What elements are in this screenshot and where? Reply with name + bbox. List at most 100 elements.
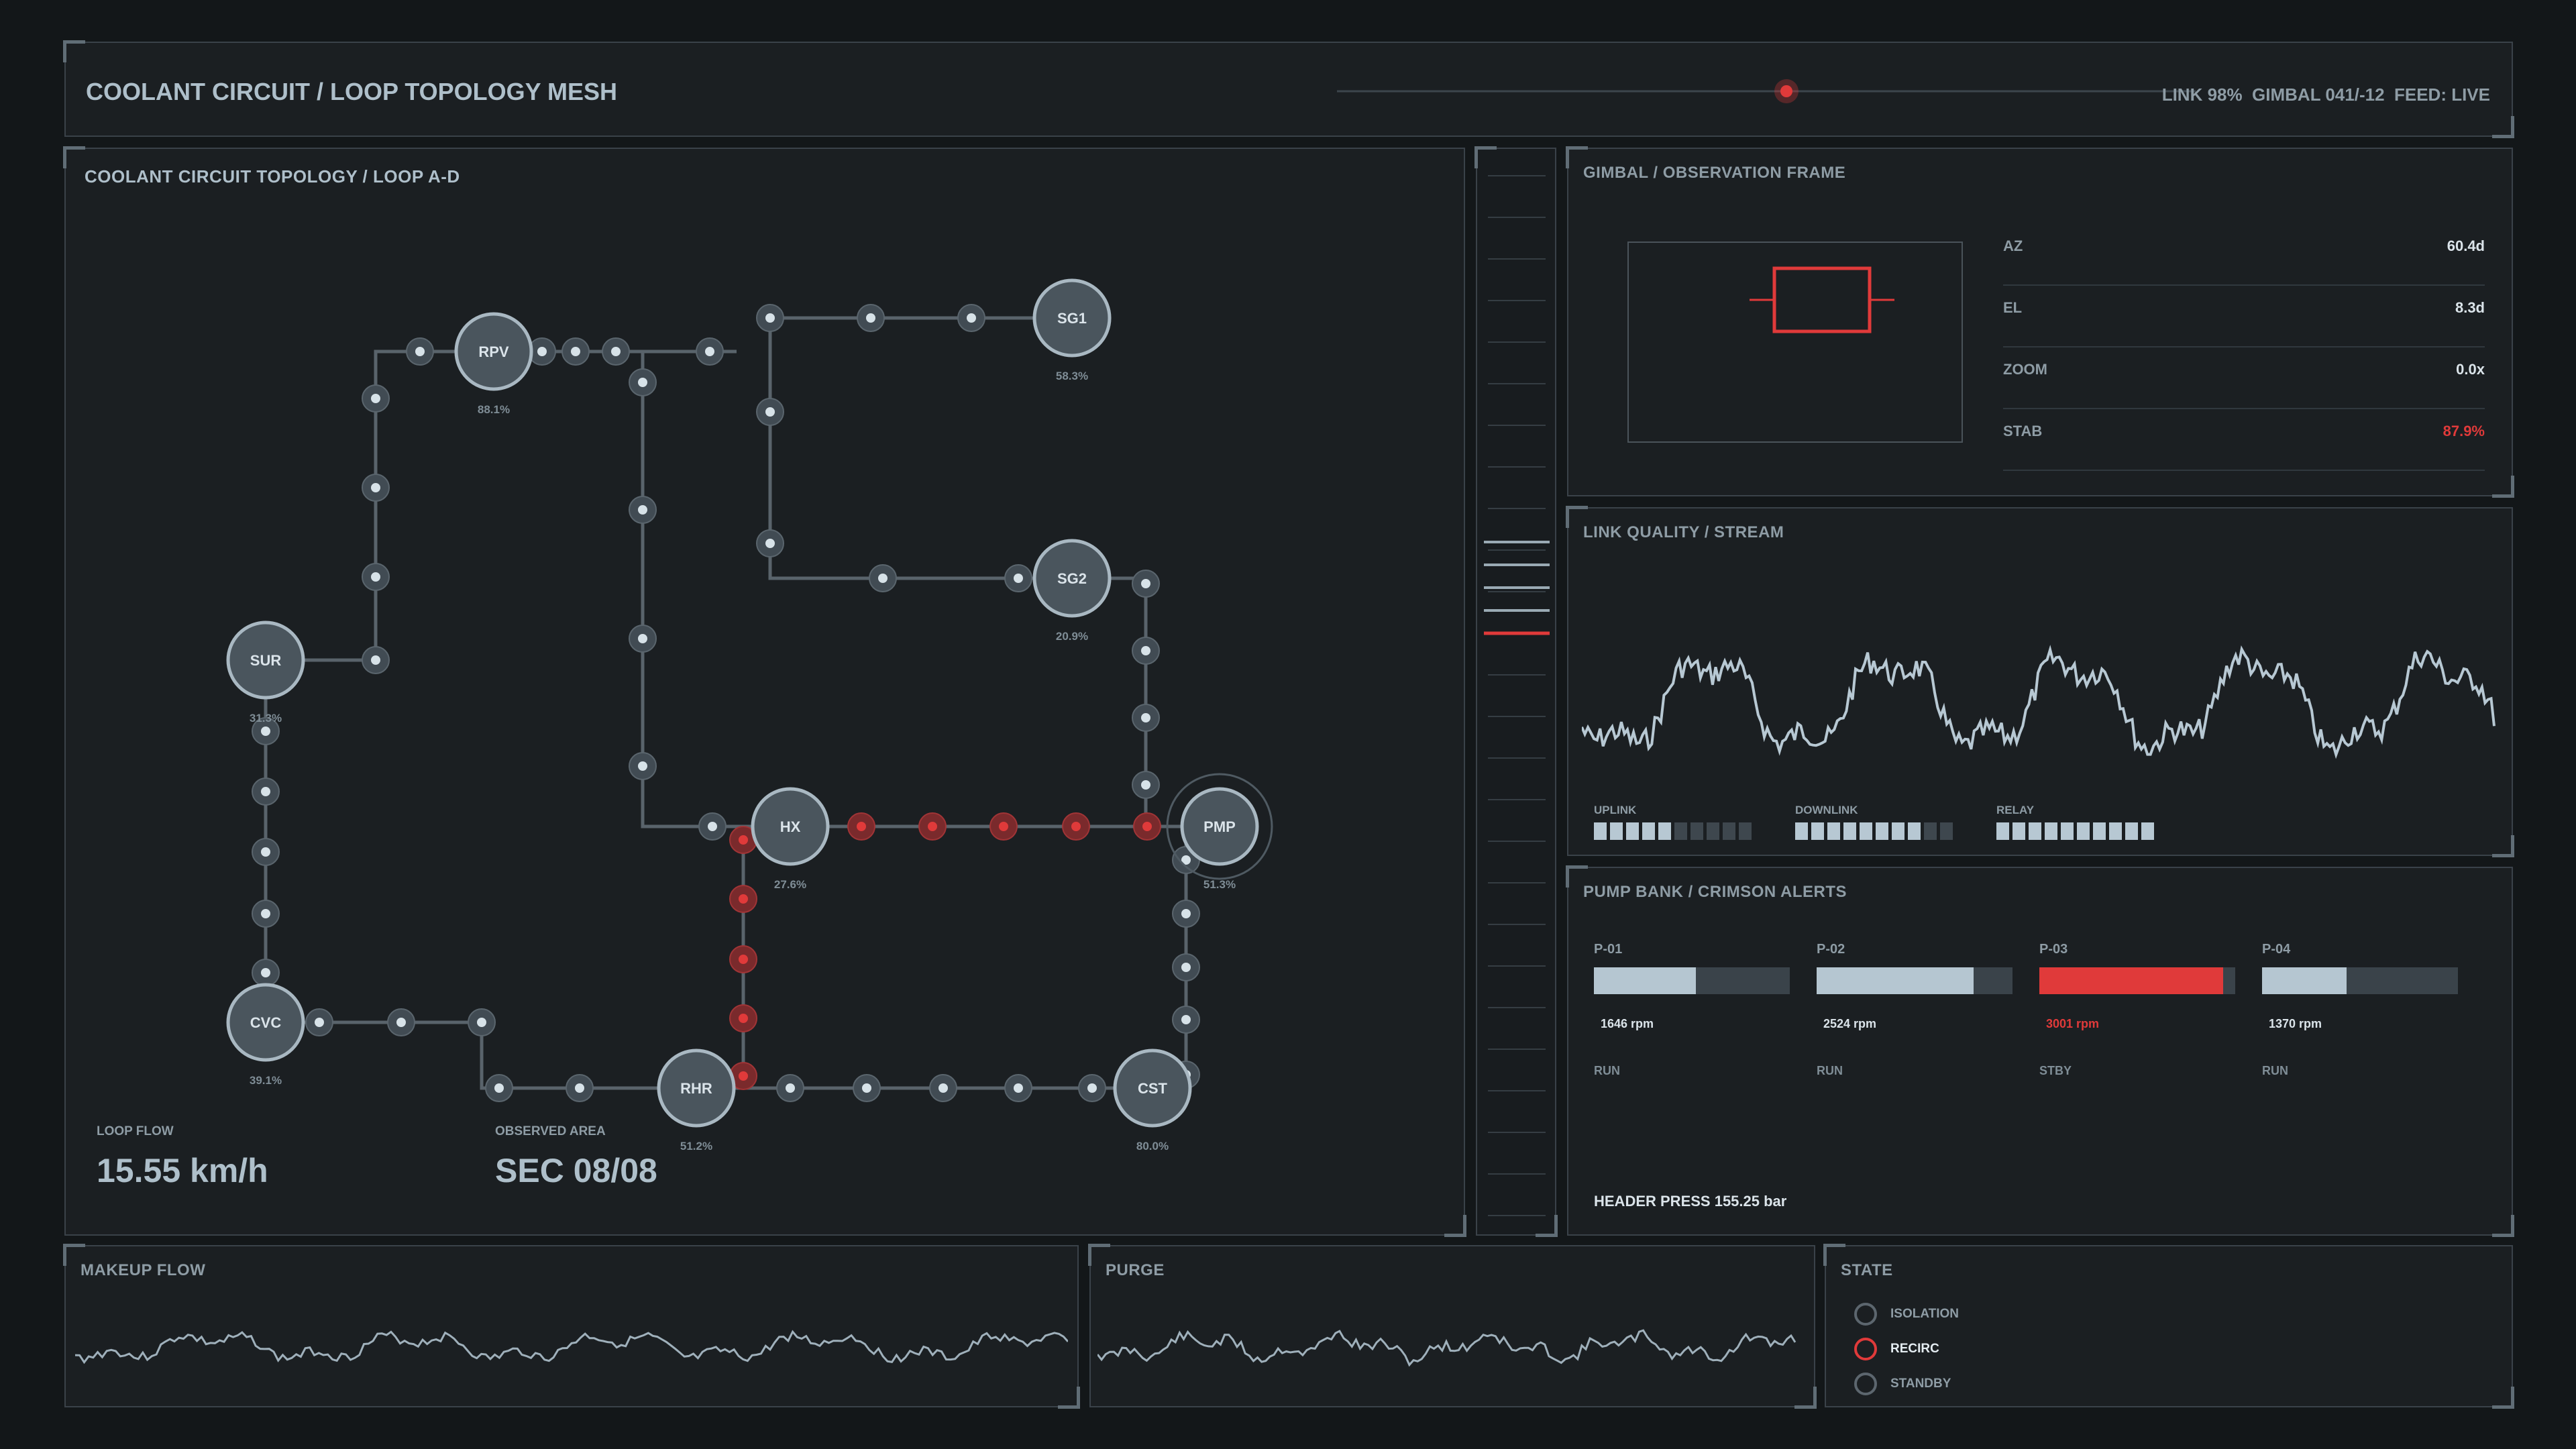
junction-node[interactable] [1172, 953, 1200, 981]
pump-item-p-04[interactable]: P-04 1370 rpm RUN [2262, 942, 2458, 1089]
junction-node[interactable] [1132, 771, 1160, 799]
junction-node[interactable] [362, 646, 390, 674]
component-node-hx[interactable]: HX 27.6% [751, 787, 830, 891]
loop-flow-label: LOOP FLOW [97, 1124, 174, 1138]
link-meter-segment [2109, 822, 2122, 840]
readout-row: EL 8.3d [2003, 286, 2485, 347]
alert-junction-node[interactable] [729, 945, 757, 973]
alert-junction-node[interactable] [1133, 812, 1161, 841]
radio-icon[interactable] [1854, 1338, 1877, 1360]
timeline-scrubber[interactable] [1337, 78, 2196, 105]
alert-junction-node[interactable] [729, 1004, 757, 1032]
junction-node[interactable] [857, 304, 885, 332]
node-percent: 39.1% [250, 1074, 282, 1087]
pump-rpm: 2524 rpm [1823, 1017, 1877, 1030]
header-status: LINK 98% GIMBAL 041/-12 FEED: LIVE [2161, 85, 2490, 105]
junction-node[interactable] [485, 1074, 513, 1102]
node-percent: 58.3% [1056, 370, 1088, 382]
junction-node[interactable] [629, 368, 657, 396]
junction-node[interactable] [756, 398, 784, 426]
link-meter-segment [1707, 822, 1719, 840]
junction-node[interactable] [602, 337, 630, 366]
junction-node[interactable] [1004, 564, 1032, 592]
junction-node[interactable] [252, 838, 280, 866]
state-option-isolation[interactable]: ISOLATION [1854, 1303, 1959, 1326]
junction-node[interactable] [629, 496, 657, 524]
alert-junction-node[interactable] [1062, 812, 1090, 841]
link-meter-downlink: DOWNLINK [1795, 804, 1953, 840]
junction-node[interactable] [696, 337, 724, 366]
pump-item-p-01[interactable]: P-01 1646 rpm RUN [1594, 942, 1790, 1089]
alert-junction-node[interactable] [847, 812, 875, 841]
junction-node[interactable] [1132, 704, 1160, 732]
junction-node[interactable] [1172, 1006, 1200, 1034]
junction-node[interactable] [756, 304, 784, 332]
makeup-flow-panel: MAKEUP FLOW [63, 1244, 1080, 1409]
junction-node[interactable] [869, 564, 897, 592]
junction-node[interactable] [252, 959, 280, 987]
pipe-segment [768, 318, 1072, 580]
readout-label: AZ [2003, 237, 2023, 254]
radio-icon[interactable] [1854, 1303, 1877, 1326]
observation-frame[interactable] [1627, 241, 1963, 443]
node-percent: 51.2% [680, 1140, 712, 1152]
pump-bank-panel: PUMP BANK / CRIMSON ALERTS P-01 1646 rpm R… [1566, 865, 2514, 1237]
junction-node[interactable] [362, 384, 390, 413]
link-meter-segment [1610, 822, 1623, 840]
junction-node[interactable] [1004, 1074, 1032, 1102]
junction-node[interactable] [957, 304, 985, 332]
component-node-cst[interactable]: CST 80.0% [1113, 1049, 1192, 1152]
junction-node[interactable] [929, 1074, 957, 1102]
vertical-ruler[interactable] [1474, 146, 1558, 1237]
link-meter-segment [1860, 822, 1872, 840]
link-meter-label: RELAY [1996, 804, 2035, 816]
junction-node[interactable] [362, 563, 390, 591]
junction-node[interactable] [252, 900, 280, 928]
junction-node[interactable] [853, 1074, 881, 1102]
alert-junction-node[interactable] [918, 812, 947, 841]
junction-node[interactable] [698, 812, 727, 841]
junction-node[interactable] [468, 1008, 496, 1036]
component-node-sg2[interactable]: SG2 20.9% [1032, 539, 1112, 643]
readout-row: ZOOM 0.0x [2003, 347, 2485, 409]
junction-node[interactable] [566, 1074, 594, 1102]
link-meter-segment [1690, 822, 1703, 840]
junction-node[interactable] [406, 337, 434, 366]
link-meter-segment [1674, 822, 1687, 840]
state-option-recirc[interactable]: RECIRC [1854, 1338, 1939, 1360]
node-label: SG1 [1057, 310, 1087, 327]
loop-flow-value: 15.55 km/h [97, 1152, 268, 1189]
link-meter-segment [2061, 822, 2074, 840]
junction-node[interactable] [561, 337, 590, 366]
junction-node[interactable] [629, 752, 657, 780]
junction-node[interactable] [305, 1008, 333, 1036]
junction-node[interactable] [1132, 570, 1160, 598]
pump-load-bar [2039, 967, 2235, 994]
readout-label: STAB [2003, 423, 2043, 439]
link-meter-segment [1658, 822, 1671, 840]
component-node-rpv[interactable]: RPV 88.1% [454, 312, 533, 416]
junction-node[interactable] [252, 777, 280, 806]
alert-junction-node[interactable] [729, 885, 757, 913]
component-node-sg1[interactable]: SG1 58.3% [1032, 278, 1112, 382]
junction-node[interactable] [776, 1074, 804, 1102]
junction-node[interactable] [1172, 900, 1200, 928]
pump-item-p-02[interactable]: P-02 2524 rpm RUN [1817, 942, 2012, 1089]
gimbal-readouts: AZ 60.4d EL 8.3d ZOOM 0.0x STAB 87.9% [2003, 224, 2485, 471]
junction-node[interactable] [1132, 637, 1160, 665]
purge-title: PURGE [1106, 1261, 1165, 1279]
junction-node[interactable] [387, 1008, 415, 1036]
component-node-cvc[interactable]: CVC 39.1% [226, 983, 305, 1087]
link-meter-segment [1908, 822, 1921, 840]
link-meter-segment [1723, 822, 1735, 840]
state-option-standby[interactable]: STANDBY [1854, 1373, 1951, 1395]
pump-item-p-03[interactable]: P-03 3001 rpm STBY [2039, 942, 2235, 1089]
junction-node[interactable] [362, 474, 390, 502]
junction-node[interactable] [756, 529, 784, 557]
alert-junction-node[interactable] [989, 812, 1018, 841]
readout-value: 8.3d [2455, 299, 2485, 316]
radio-icon[interactable] [1854, 1373, 1877, 1395]
component-node-rhr[interactable]: RHR 51.2% [657, 1049, 736, 1152]
junction-node[interactable] [629, 625, 657, 653]
junction-node[interactable] [1078, 1074, 1106, 1102]
